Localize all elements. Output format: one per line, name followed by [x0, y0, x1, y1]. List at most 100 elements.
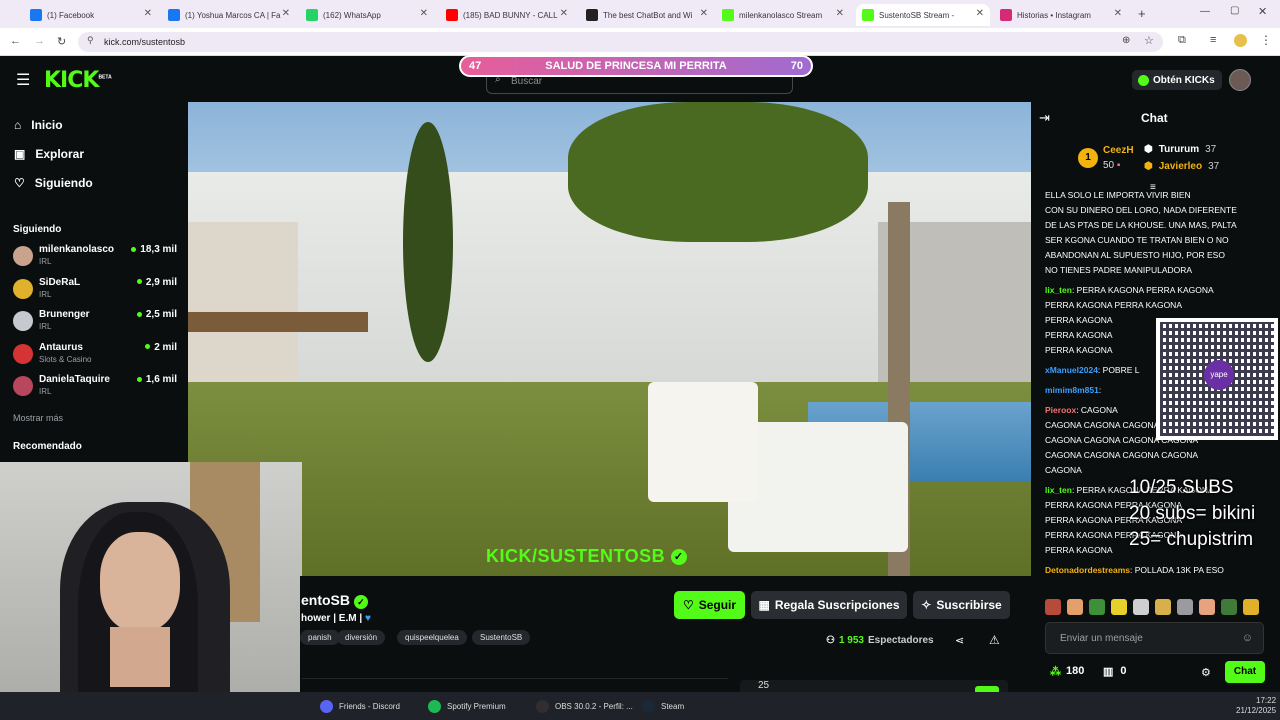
profile-avatar[interactable] [1234, 34, 1247, 47]
emote-bar[interactable] [1045, 599, 1267, 617]
close-tab-icon[interactable]: ✕ [420, 8, 428, 19]
chat-message-input[interactable]: Enviar un mensaje ☺ [1045, 622, 1264, 654]
following-channel[interactable]: DanielaTaquire IRL 1,6 mil [13, 374, 177, 400]
close-tab-icon[interactable]: ✕ [836, 8, 844, 19]
chat-username[interactable]: Pieroox [1045, 405, 1076, 415]
url-field[interactable]: ⚲ kick.com/sustentosb [78, 32, 1163, 52]
stream-tag[interactable]: panish [300, 630, 340, 645]
tab-favicon-icon [1000, 9, 1012, 21]
nav-explore[interactable]: ▣ Explorar [14, 147, 84, 161]
browser-tab[interactable]: (1) Yoshua Marcos CA | Fa ✕ [162, 4, 296, 26]
chat-message: lix_ten: PERRA KAGONA PERRA KAGONA [1045, 283, 1214, 298]
taskbar-app[interactable]: Friends - Discord [320, 700, 400, 713]
following-channel[interactable]: milenkanolasco IRL 18,3 mil [13, 244, 177, 270]
stream-tag[interactable]: SustentoSB [472, 630, 531, 645]
top-gifter-3[interactable]: ⬢ Javierleo 37 [1144, 161, 1219, 172]
forward-icon[interactable]: → [34, 35, 45, 47]
chat-message: SER KGONA CUANDO TE TRATAN BIEN O NO [1045, 233, 1229, 248]
browser-tab[interactable]: (1) Facebook ✕ [24, 4, 158, 26]
nav-home[interactable]: ⌂ Inicio [14, 118, 63, 132]
report-icon[interactable]: ⚠ [989, 633, 1000, 647]
chat-message-text: CON SU DINERO DEL LORO, NADA DIFERENTE [1045, 205, 1237, 215]
emote-icon[interactable] [1221, 599, 1237, 615]
browser-menu-icon[interactable]: ⋮ [1260, 33, 1272, 47]
url-text: kick.com/sustentosb [104, 37, 186, 47]
channel-name: DanielaTaquire [39, 374, 110, 385]
close-tab-icon[interactable]: ✕ [1114, 8, 1122, 19]
close-tab-icon[interactable]: ✕ [282, 8, 290, 19]
chat-username[interactable]: lix_ten [1045, 485, 1072, 495]
taskbar-app[interactable]: Spotify Premium [428, 700, 506, 713]
channel-points[interactable]: ⁂ 180 [1050, 665, 1084, 678]
gift-count[interactable]: ▥ 0 [1103, 665, 1127, 678]
emote-icon[interactable] [1111, 599, 1127, 615]
maximize-button[interactable]: ▢ [1230, 5, 1239, 16]
taskbar-app[interactable]: Steam [642, 700, 684, 713]
top-gifter-1-name[interactable]: CeezH [1103, 145, 1134, 156]
following-channel[interactable]: SiDeRaL IRL 2,9 mil [13, 277, 177, 303]
system-clock[interactable]: 17:22 21/12/2025 [1236, 696, 1276, 716]
zoom-icon[interactable]: ⊕ [1122, 35, 1130, 46]
reload-icon[interactable]: ↻ [57, 35, 66, 48]
gift-subs-button[interactable]: ▦ Regala Suscripciones [751, 591, 907, 619]
chat-username[interactable]: Detonadordestreams [1045, 565, 1130, 575]
chat-username[interactable]: mimim8m851 [1045, 385, 1099, 395]
browser-tab[interactable]: milenkanolasco Stream ✕ [716, 4, 850, 26]
send-chat-button[interactable]: Chat [1225, 661, 1265, 683]
top-gifter-2[interactable]: ⬢ Tururum 37 [1144, 144, 1216, 155]
back-icon[interactable]: ← [10, 35, 21, 47]
browser-tab[interactable]: Historias • Instagram ✕ [994, 4, 1128, 26]
emote-icon[interactable] [1199, 599, 1215, 615]
collapse-chat-icon[interactable]: ⇥ [1039, 110, 1050, 126]
close-tab-icon[interactable]: ✕ [700, 8, 708, 19]
emote-icon[interactable] [1243, 599, 1259, 615]
chat-settings-icon[interactable]: ⚙ [1201, 666, 1211, 679]
show-more-link[interactable]: Mostrar más [13, 413, 63, 423]
hamburger-menu-icon[interactable]: ☰ [16, 70, 30, 90]
emote-icon[interactable] [1155, 599, 1171, 615]
extensions-icon[interactable]: ⧉ [1178, 34, 1186, 47]
emoji-icon[interactable]: ☺ [1242, 632, 1253, 644]
emote-icon[interactable] [1089, 599, 1105, 615]
share-icon[interactable]: ⋖ [955, 634, 964, 647]
reading-list-icon[interactable]: ≡ [1210, 34, 1216, 46]
taskbar-app[interactable]: OBS 30.0.2 - Perfil: ... [536, 700, 633, 713]
close-tab-icon[interactable]: ✕ [144, 8, 152, 19]
follow-button[interactable]: ♡ Seguir [674, 591, 745, 619]
bookmark-star-icon[interactable]: ☆ [1144, 34, 1154, 47]
close-window-button[interactable]: ✕ [1258, 5, 1267, 18]
poll-banner[interactable]: 47 SALUD DE PRINCESA MI PERRITA 70 [459, 55, 813, 77]
emote-icon[interactable] [1133, 599, 1149, 615]
close-tab-icon[interactable]: ✕ [560, 8, 568, 19]
minimize-button[interactable]: — [1200, 6, 1210, 17]
emote-icon[interactable] [1177, 599, 1193, 615]
chat-username[interactable]: xManuel2024 [1045, 365, 1098, 375]
browser-tab[interactable]: The best ChatBot and Wi ✕ [580, 4, 714, 26]
tab-favicon-icon [446, 9, 458, 21]
browser-tab[interactable]: (162) WhatsApp ✕ [300, 4, 434, 26]
top-gifter-1-amount: 50 ▪ [1103, 160, 1120, 171]
site-info-icon[interactable]: ⚲ [87, 35, 94, 46]
get-kicks-button[interactable]: Obtén KICKs [1132, 70, 1222, 90]
close-tab-icon[interactable]: ✕ [976, 8, 984, 19]
following-channel[interactable]: Antaurus Slots & Casino 2 mil [13, 342, 177, 368]
video-player[interactable]: KICK/SUSTENTOSB ✓ [188, 102, 1031, 576]
emote-icon[interactable] [1067, 599, 1083, 615]
video-table [188, 312, 368, 332]
stream-tag[interactable]: quispeelquelea [397, 630, 467, 645]
video-person [648, 382, 758, 502]
nav-following[interactable]: ♡ Siguiendo [14, 176, 93, 190]
browser-tab[interactable]: (185) BAD BUNNY - CALL ✕ [440, 4, 574, 26]
streamer-name[interactable]: entoSB ✓ [301, 592, 368, 609]
channel-viewers: 2,9 mil [137, 277, 177, 288]
user-avatar[interactable] [1229, 69, 1251, 91]
chat-username[interactable]: lix_ten [1045, 285, 1072, 295]
emote-icon[interactable] [1045, 599, 1061, 615]
tab-favicon-icon [168, 9, 180, 21]
stream-tag[interactable]: diversión [337, 630, 386, 645]
subscribe-button[interactable]: ✧ Suscribirse [913, 591, 1010, 619]
browser-tab[interactable]: SustentoSB Stream - ✕ [856, 4, 990, 26]
new-tab-button[interactable]: + [1138, 6, 1146, 21]
kick-logo[interactable]: KICKBETA [44, 68, 112, 93]
following-channel[interactable]: Brunenger IRL 2,5 mil [13, 309, 177, 335]
